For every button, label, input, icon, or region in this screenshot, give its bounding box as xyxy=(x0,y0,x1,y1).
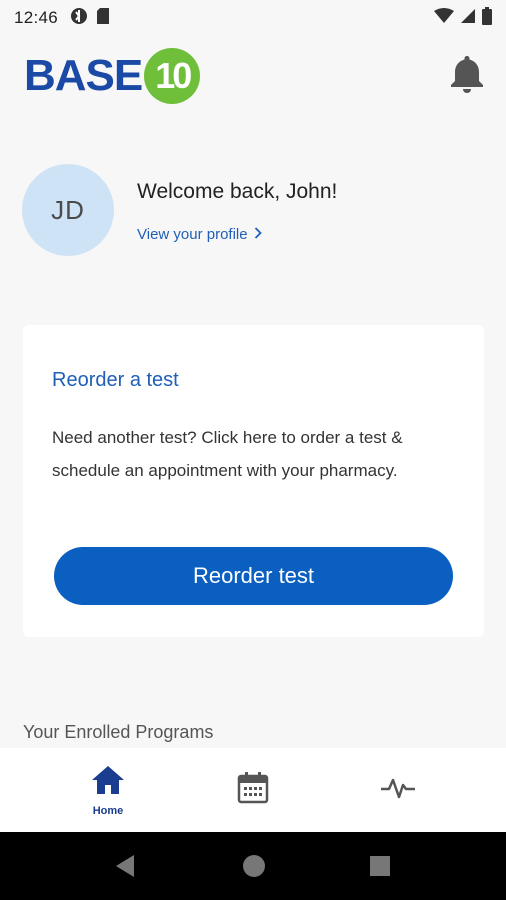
system-nav-bar xyxy=(0,832,506,900)
status-time: 12:46 xyxy=(14,8,59,27)
tab-activity[interactable] xyxy=(343,748,453,832)
reorder-test-button[interactable]: Reorder test xyxy=(54,547,453,605)
battery-icon xyxy=(482,6,492,30)
app-header: BASE 10 xyxy=(0,36,506,126)
calendar-icon xyxy=(236,771,270,810)
reorder-card-title: Reorder a test xyxy=(52,369,179,391)
tab-home[interactable]: Home xyxy=(53,748,163,832)
logo-badge: 10 xyxy=(144,48,201,104)
reorder-card-body: Need another test? Click here to order a… xyxy=(52,428,403,480)
chevron-right-icon xyxy=(254,226,262,243)
logo-text: BASE xyxy=(24,51,143,100)
profile-section: JD Welcome back, John! View your profile xyxy=(22,164,482,256)
view-profile-label: View your profile xyxy=(137,226,248,243)
home-nav-icon[interactable] xyxy=(242,854,266,883)
bottom-tab-bar: Home xyxy=(0,748,506,832)
cell-signal-icon xyxy=(460,8,476,29)
back-icon[interactable] xyxy=(114,854,136,883)
wifi-icon xyxy=(434,7,454,29)
home-icon xyxy=(90,764,126,801)
avatar[interactable]: JD xyxy=(22,164,114,256)
tab-calendar[interactable] xyxy=(198,748,308,832)
tab-home-label: Home xyxy=(92,804,124,817)
status-bar: 12:46 xyxy=(0,0,506,36)
view-profile-link[interactable]: View your profile xyxy=(137,226,262,243)
vpn-icon xyxy=(70,7,88,30)
welcome-heading: Welcome back, John! xyxy=(137,180,338,203)
activity-icon xyxy=(380,776,416,805)
enrolled-programs-heading: Your Enrolled Programs xyxy=(23,722,214,742)
sim-card-icon xyxy=(96,7,110,30)
recents-icon[interactable] xyxy=(369,855,391,882)
base10-logo: BASE 10 xyxy=(24,48,201,104)
reorder-card: Reorder a test Need another test? Click … xyxy=(23,325,484,637)
notifications-bell-icon[interactable] xyxy=(450,54,484,99)
